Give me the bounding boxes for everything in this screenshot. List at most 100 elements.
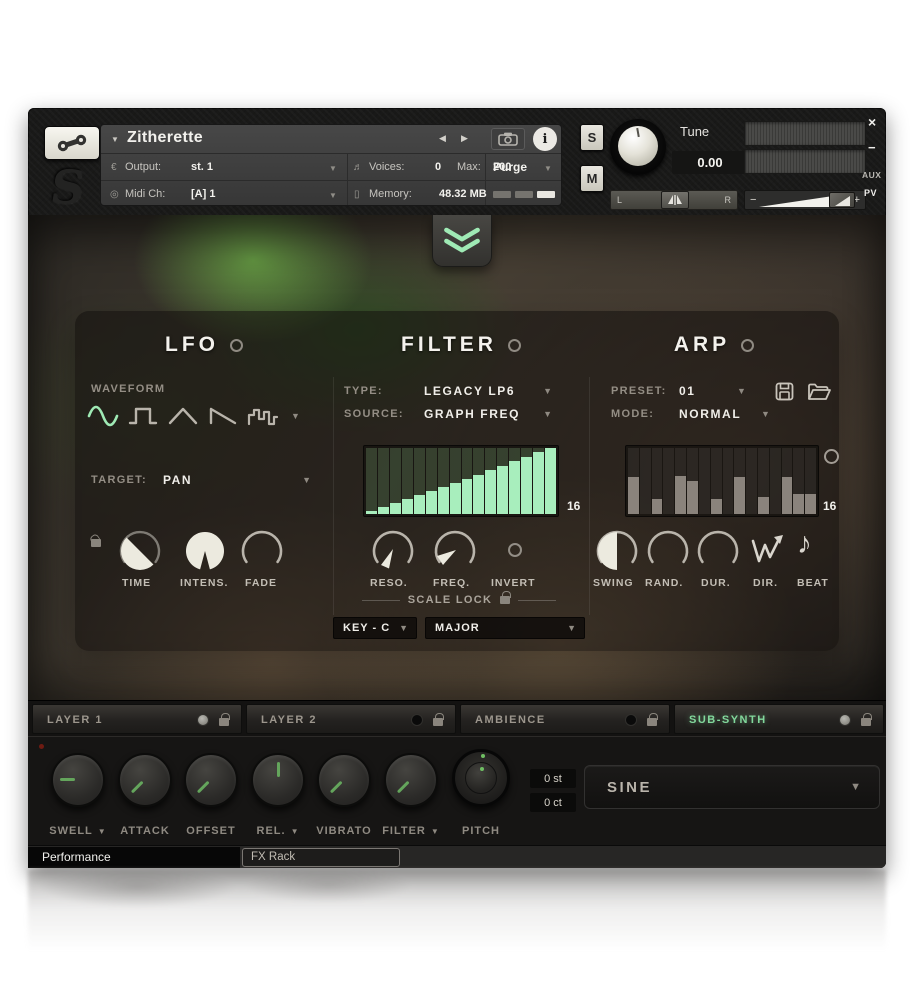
swell-caret-icon[interactable]: ▼ xyxy=(98,827,107,836)
waveform-triangle-button[interactable] xyxy=(165,401,201,431)
arp-mode-value[interactable]: NORMAL xyxy=(679,407,741,421)
collapse-panel-button[interactable] xyxy=(432,215,492,267)
arp-step-graph[interactable] xyxy=(625,445,819,517)
pitch-knob[interactable] xyxy=(452,749,510,807)
arp-power-toggle[interactable] xyxy=(741,339,754,352)
layer-lock-icon[interactable] xyxy=(647,718,657,726)
waveform-caret-icon[interactable]: ▼ xyxy=(291,411,300,421)
random-knob[interactable] xyxy=(646,529,690,573)
layer-lock-icon[interactable] xyxy=(861,718,871,726)
filter-power-toggle[interactable] xyxy=(508,339,521,352)
intensity-knob-label: INTENS. xyxy=(180,577,228,589)
tab-fx-rack[interactable]: FX Rack xyxy=(242,848,400,867)
next-instrument-icon[interactable]: ▶ xyxy=(461,133,468,144)
waveform-saw-button[interactable] xyxy=(205,401,241,431)
layer-lock-icon[interactable] xyxy=(433,718,443,726)
layer-tab-sub-synth[interactable]: SUB-SYNTH xyxy=(674,704,884,734)
pitch-semitone-value[interactable]: 0 st xyxy=(530,769,576,788)
pv-button[interactable]: PV xyxy=(864,188,877,198)
snapshot-camera-button[interactable] xyxy=(491,128,525,150)
frequency-knob[interactable] xyxy=(433,529,477,573)
arp-graph-toggle[interactable] xyxy=(824,449,839,464)
arp-mode-caret-icon[interactable]: ▼ xyxy=(761,409,770,419)
scale-lock-icon[interactable] xyxy=(500,596,510,604)
target-caret-icon[interactable]: ▼ xyxy=(302,475,311,485)
waveform-random-button[interactable] xyxy=(245,401,281,431)
sub-synth-waveform-dropdown[interactable]: SINE ▼ xyxy=(584,765,880,809)
filter-step-graph[interactable] xyxy=(363,445,559,517)
lfo-power-toggle[interactable] xyxy=(230,339,243,352)
volume-handle-wedge xyxy=(830,193,855,208)
instrument-title[interactable]: Zitherette xyxy=(127,129,203,147)
layer-tab-label: SUB-SYNTH xyxy=(689,714,767,726)
solo-label: S xyxy=(588,130,597,145)
direction-icon[interactable] xyxy=(748,531,788,571)
layer-lock-icon[interactable] xyxy=(219,718,229,726)
vibrato-knob[interactable] xyxy=(317,753,371,807)
waveform-square-button[interactable] xyxy=(125,401,161,431)
layer-tab-ambience[interactable]: AMBIENCE xyxy=(460,704,670,734)
swing-knob[interactable] xyxy=(595,529,639,573)
pitch-cent-value[interactable]: 0 ct xyxy=(530,793,576,812)
swell-knob[interactable] xyxy=(51,753,105,807)
pitch-pointer-dot xyxy=(480,767,484,771)
edit-wrench-button[interactable] xyxy=(44,126,100,160)
minimize-icon[interactable]: − xyxy=(868,140,876,155)
output-value[interactable]: st. 1 xyxy=(191,154,213,180)
attack-knob[interactable] xyxy=(118,753,172,807)
scale-type-dropdown[interactable]: MAJOR ▼ xyxy=(425,617,585,639)
filter-caret-icon[interactable]: ▼ xyxy=(431,827,440,836)
midi-value[interactable]: [A] 1 xyxy=(191,181,215,207)
mute-button[interactable]: M xyxy=(580,165,604,192)
save-preset-icon[interactable] xyxy=(775,382,794,401)
tune-knob-pointer xyxy=(636,128,640,137)
beat-note-icon[interactable]: ♪ xyxy=(797,527,812,561)
tune-value[interactable]: 0.00 xyxy=(672,151,748,174)
offset-knob[interactable] xyxy=(184,753,238,807)
arp-preset-caret-icon[interactable]: ▼ xyxy=(737,386,746,396)
invert-toggle[interactable] xyxy=(508,543,522,557)
lock-open-icon xyxy=(91,539,101,547)
lfo-lock-toggle[interactable] xyxy=(91,539,101,547)
layer-activity-led[interactable] xyxy=(839,714,851,726)
filter-source-value[interactable]: GRAPH FREQ xyxy=(424,407,520,421)
filter-knob[interactable] xyxy=(384,753,438,807)
tune-knob[interactable] xyxy=(610,119,666,175)
scale-key-dropdown[interactable]: KEY - C ▼ xyxy=(333,617,417,639)
layer-activity-led[interactable] xyxy=(411,714,423,726)
release-knob[interactable] xyxy=(251,753,305,807)
aux-button[interactable]: AUX xyxy=(862,170,881,180)
title-caret-icon[interactable]: ▼ xyxy=(111,135,119,144)
filter-type-value[interactable]: LEGACY LP6 xyxy=(424,384,515,398)
fade-knob[interactable] xyxy=(240,529,284,573)
volume-slider-handle[interactable] xyxy=(829,192,855,208)
release-caret-icon[interactable]: ▼ xyxy=(291,827,300,836)
tab-performance[interactable]: Performance xyxy=(28,847,240,868)
load-preset-folder-icon[interactable] xyxy=(807,383,831,401)
volume-slider[interactable]: − + xyxy=(744,190,866,210)
duration-knob[interactable] xyxy=(696,529,740,573)
close-icon[interactable]: × xyxy=(868,114,876,130)
target-value[interactable]: PAN xyxy=(163,473,192,487)
filter-source-caret-icon[interactable]: ▼ xyxy=(543,409,552,419)
layer-activity-led[interactable] xyxy=(625,714,637,726)
waveform-sine-button[interactable] xyxy=(85,401,121,431)
prev-instrument-icon[interactable]: ◀ xyxy=(439,133,446,144)
layer-activity-led[interactable] xyxy=(197,714,209,726)
info-button[interactable]: i xyxy=(533,127,557,151)
knob-pointer xyxy=(176,745,247,816)
pan-slider-handle[interactable] xyxy=(661,191,689,209)
filter-type-caret-icon[interactable]: ▼ xyxy=(543,386,552,396)
time-knob[interactable] xyxy=(118,529,162,573)
resonance-knob[interactable] xyxy=(371,529,415,573)
layer-tab-layer1[interactable]: LAYER 1 xyxy=(32,704,242,734)
scale-lock-row: SCALE LOCK xyxy=(353,594,565,606)
midi-caret-icon[interactable]: ▼ xyxy=(329,191,337,200)
layer-tab-layer2[interactable]: LAYER 2 xyxy=(246,704,456,734)
arp-preset-value[interactable]: 01 xyxy=(679,384,696,398)
pan-slider[interactable]: L R xyxy=(610,190,738,210)
solo-button[interactable]: S xyxy=(580,124,604,151)
output-caret-icon[interactable]: ▼ xyxy=(329,164,337,173)
max-value[interactable]: 200 xyxy=(493,154,511,180)
intensity-knob[interactable] xyxy=(183,529,227,573)
